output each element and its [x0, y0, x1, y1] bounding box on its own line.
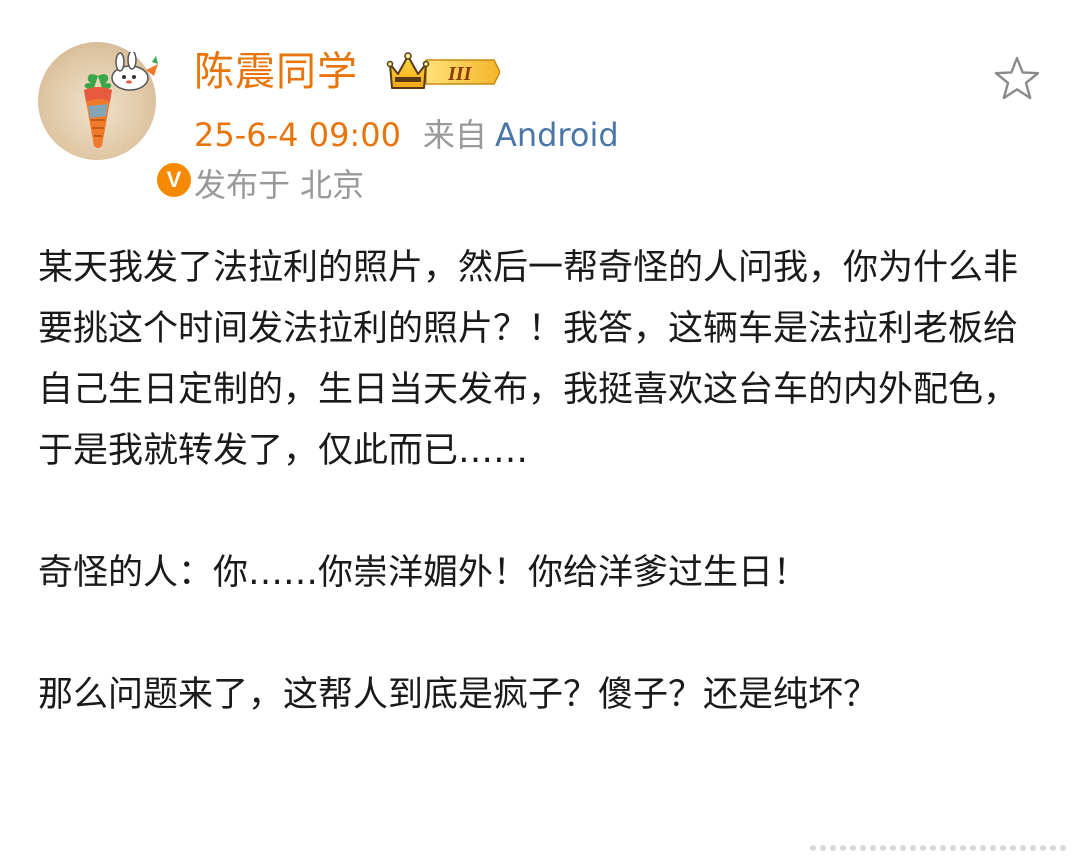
post-paragraph: 那么问题来了，这帮人到底是疯子？傻子？还是纯坏？ — [38, 675, 879, 715]
from-label: 来自 — [422, 116, 487, 154]
star-outline-icon[interactable] — [990, 52, 1044, 106]
post-meta: 25-6-4 09:00 来自 Android — [194, 112, 619, 158]
post-paragraph: 某天我发了法拉利的照片，然后一帮奇怪的人问我，你为什么非要挑这个时间发法拉利的照… — [38, 248, 1019, 471]
post-location: 发布于 北京 — [194, 166, 365, 204]
crown-rank-icon[interactable]: III — [386, 50, 500, 94]
post-timestamp[interactable]: 25-6-4 09:00 — [194, 116, 401, 154]
username-link[interactable]: 陈震同学 — [194, 44, 358, 100]
verified-v-icon: V — [154, 160, 194, 200]
post-content: 某天我发了法拉利的照片，然后一帮奇怪的人问我，你为什么非要挑这个时间发法拉利的照… — [38, 238, 1048, 726]
scroll-indicator — [810, 836, 1070, 851]
post-paragraph: 奇怪的人：你……你崇洋媚外！你给洋爹过生日！ — [38, 553, 809, 593]
user-avatar[interactable]: V — [38, 42, 194, 200]
client-link[interactable]: Android — [495, 116, 619, 154]
rank-label: III — [447, 63, 473, 85]
bunny-pendant-icon — [111, 52, 158, 91]
